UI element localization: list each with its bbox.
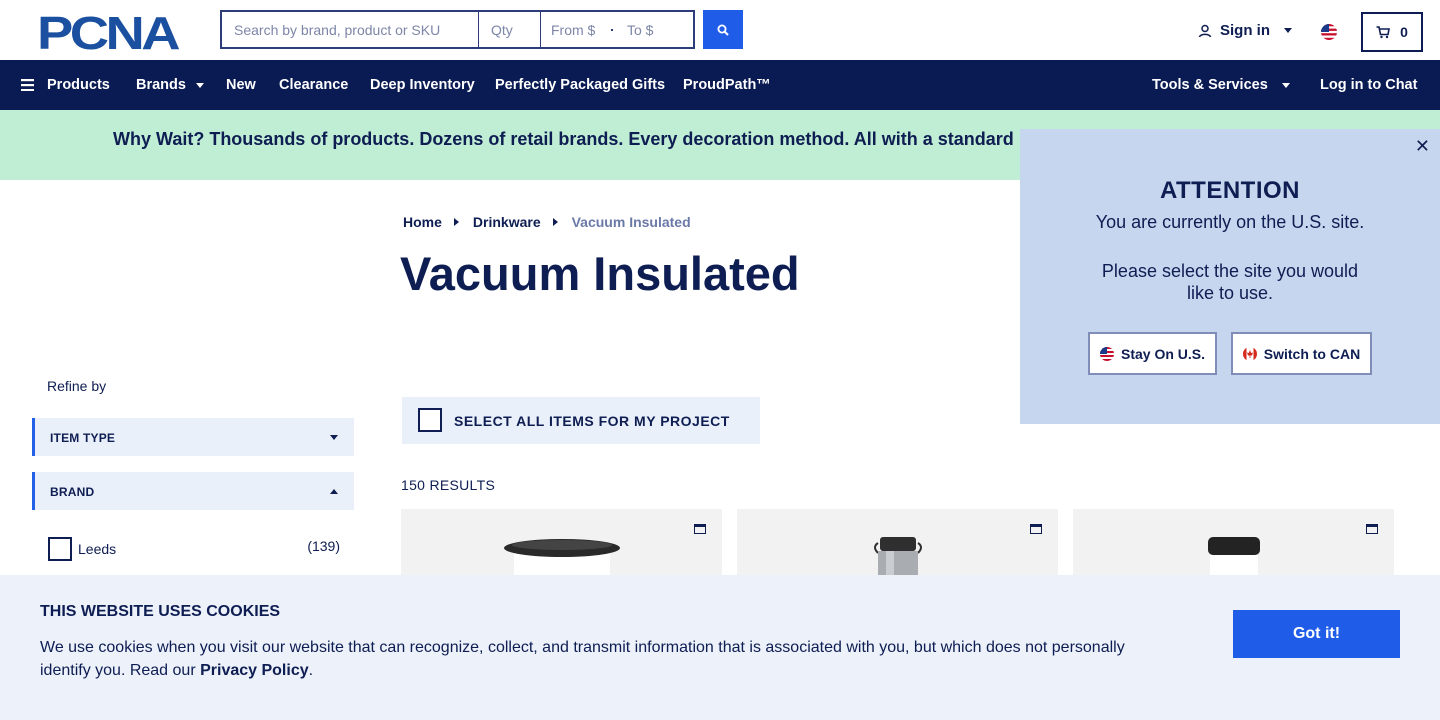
modal-current-site-text: You are currently on the U.S. site.	[1095, 212, 1365, 232]
pcna-logo[interactable]: PCNA	[37, 12, 183, 52]
menu-icon	[21, 79, 34, 91]
price-to-input[interactable]	[627, 21, 683, 38]
promo-text: Why Wait? Thousands of products. Dozens …	[113, 129, 1014, 149]
nav-clearance[interactable]: Clearance	[279, 77, 348, 93]
close-icon[interactable]: ✕	[1415, 137, 1430, 155]
nav-tools-label: Tools & Services	[1152, 77, 1268, 93]
facet-label: BRAND	[50, 485, 95, 499]
stay-on-us-label: Stay On U.S.	[1120, 345, 1206, 362]
cookie-banner: THIS WEBSITE USES COOKIES We use cookies…	[0, 575, 1440, 720]
nav-products[interactable]: Products	[21, 77, 110, 93]
cookie-text-end: .	[308, 662, 314, 679]
site-header: PCNA Sign in	[0, 0, 1440, 60]
nav-log-in-to-chat[interactable]: Log in to Chat	[1320, 77, 1417, 93]
cookie-title: THIS WEBSITE USES COOKIES	[40, 603, 281, 620]
sign-in-menu[interactable]: Sign in	[1198, 22, 1292, 39]
cookie-text: We use cookies when you visit our websit…	[40, 636, 1140, 682]
site-selection-modal: ✕ ATTENTION You are currently on the U.S…	[1020, 129, 1440, 424]
nav-new[interactable]: New	[226, 77, 256, 93]
breadcrumb-current: Vacuum Insulated	[571, 214, 691, 230]
breadcrumb-home[interactable]: Home	[403, 214, 442, 230]
nav-brands[interactable]: Brands	[136, 77, 204, 93]
facet-label: ITEM TYPE	[50, 431, 116, 445]
results-count: 150 RESULTS	[401, 477, 496, 493]
us-flag-icon[interactable]	[1321, 24, 1337, 40]
chevron-down-icon	[1281, 82, 1290, 88]
chevron-right-icon	[552, 218, 558, 226]
main-navigation: Products Brands New Clearance Deep Inven…	[0, 60, 1440, 110]
facet-item-type[interactable]: ITEM TYPE	[32, 418, 354, 456]
cart-button[interactable]: 0	[1361, 12, 1423, 52]
accept-cookies-button[interactable]: Got it!	[1233, 610, 1400, 658]
brand-option-label: Leeds	[78, 541, 117, 557]
select-all-items[interactable]: SELECT ALL ITEMS FOR MY PROJECT	[402, 397, 760, 444]
stay-on-us-button[interactable]: Stay On U.S.	[1088, 332, 1217, 375]
quantity-input[interactable]	[478, 10, 540, 49]
nav-brands-label: Brands	[136, 77, 186, 93]
range-dash	[611, 28, 613, 31]
canada-flag-icon	[1242, 346, 1257, 361]
nav-products-label: Products	[47, 77, 110, 93]
search-icon	[717, 24, 729, 36]
privacy-policy-link[interactable]: Privacy Policy	[200, 662, 309, 679]
cart-count: 0	[1400, 24, 1408, 40]
cart-icon	[1376, 25, 1391, 38]
search-button[interactable]	[703, 10, 743, 49]
chevron-down-icon	[330, 435, 338, 440]
facet-brand[interactable]: BRAND	[32, 472, 354, 510]
price-from-input[interactable]	[551, 21, 607, 38]
chevron-down-icon	[1284, 28, 1292, 33]
nav-proudpath[interactable]: ProudPath™	[683, 77, 771, 93]
svg-text:PCNA: PCNA	[37, 12, 179, 52]
nav-tools-services[interactable]: Tools & Services	[1152, 77, 1290, 93]
us-flag-icon	[1099, 346, 1114, 361]
nav-deep-inventory[interactable]: Deep Inventory	[370, 77, 475, 93]
modal-title: ATTENTION	[1159, 177, 1301, 204]
brand-option-count: (139)	[307, 538, 340, 554]
select-all-label: SELECT ALL ITEMS FOR MY PROJECT	[454, 413, 730, 429]
search-bar	[220, 10, 695, 49]
select-all-checkbox[interactable]	[418, 408, 442, 432]
switch-to-can-label: Switch to CAN	[1263, 345, 1361, 362]
page-title: Vacuum Insulated	[400, 247, 800, 300]
sign-in-label: Sign in	[1220, 22, 1270, 39]
chevron-up-icon	[330, 489, 338, 494]
nav-perfectly-packaged-gifts[interactable]: Perfectly Packaged Gifts	[495, 77, 665, 93]
breadcrumb: Home Drinkware Vacuum Insulated	[403, 214, 691, 230]
refine-by-label: Refine by	[47, 378, 107, 394]
price-range	[540, 10, 695, 49]
breadcrumb-drinkware[interactable]: Drinkware	[473, 214, 541, 230]
switch-to-can-button[interactable]: Switch to CAN	[1231, 332, 1372, 375]
search-input[interactable]	[220, 10, 478, 49]
folder-icon[interactable]	[1366, 524, 1378, 534]
brand-checkbox[interactable]	[48, 537, 72, 561]
folder-icon[interactable]	[694, 524, 706, 534]
folder-icon[interactable]	[1030, 524, 1042, 534]
chevron-right-icon	[453, 218, 459, 226]
user-icon	[1198, 24, 1212, 37]
chevron-down-icon	[195, 82, 204, 88]
brand-option-leeds[interactable]: Leeds (139)	[48, 537, 340, 561]
modal-select-site-text: Please select the site you would like to…	[1101, 261, 1359, 303]
